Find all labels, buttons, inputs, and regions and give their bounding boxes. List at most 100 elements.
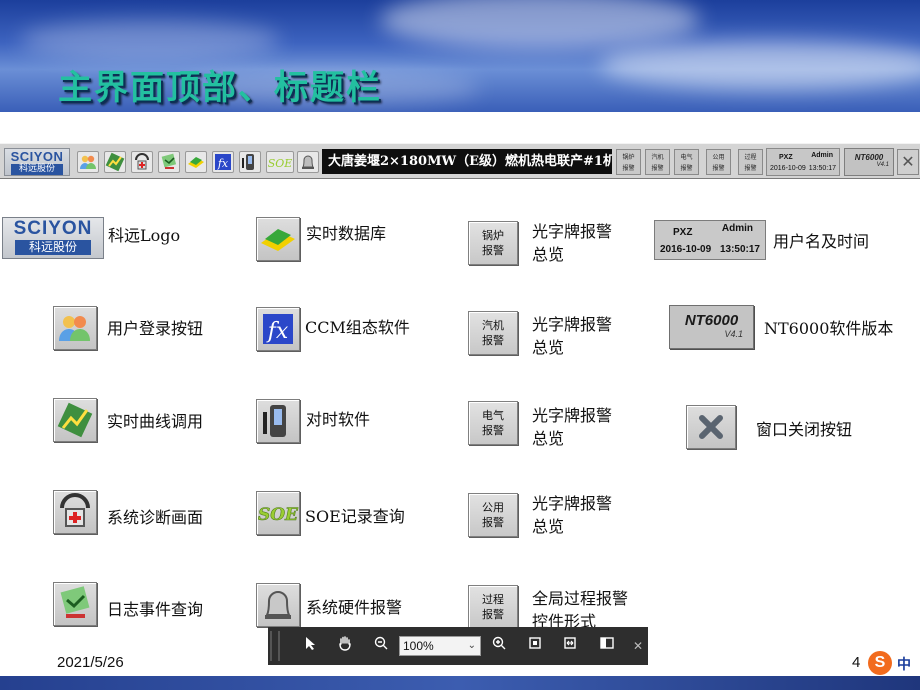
legend-label-timesync: 对时软件	[306, 410, 371, 429]
current-date: 2016-10-09	[770, 165, 806, 172]
soe-icon: SOE	[256, 491, 300, 535]
btn-line2: 报警	[712, 165, 725, 172]
clock-sync-icon[interactable]	[239, 151, 261, 173]
btn-line2: 报警	[680, 165, 693, 172]
legend-label-close: 窗口关闭按钮	[756, 420, 853, 439]
legend-label-trend: 实时曲线调用	[107, 412, 204, 431]
btn-line2: 报警	[482, 244, 504, 257]
boiler-alarm-button[interactable]: 锅炉 报警	[616, 149, 641, 175]
btn-line1: 公用	[712, 154, 725, 161]
legend-label-ccm: CCM组态软件	[305, 318, 410, 337]
legend-process-alarm-button: 过程 报警	[468, 585, 518, 629]
electrical-alarm-button[interactable]: 电气 报警	[674, 149, 699, 175]
btn-line2: 报警	[651, 165, 664, 172]
toolbar-grip[interactable]	[270, 631, 280, 661]
legend-label-log: 日志事件查询	[107, 600, 204, 619]
logo-text-cn: 科远股份	[11, 164, 63, 175]
fx-icon: fx	[256, 307, 300, 351]
svg-text:SOE: SOE	[258, 505, 299, 525]
svg-text:fx: fx	[217, 157, 229, 170]
btn-line2: 报警	[482, 424, 504, 437]
nt6000-version-badge: NT6000 V4.1	[844, 148, 894, 176]
legend-label-boiler-2: 总览	[532, 245, 565, 264]
logo-text-en: SCIYON	[10, 149, 64, 164]
turbine-alarm-button[interactable]: 汽机 报警	[645, 149, 670, 175]
soe-icon[interactable]: SOE	[266, 151, 294, 173]
svg-text:fx: fx	[266, 319, 289, 344]
nt-version: V4.1	[724, 329, 743, 339]
zoom-value: 100%	[403, 639, 434, 653]
legend-label-boiler-1: 光字牌报警	[532, 222, 613, 241]
log-icon[interactable]	[158, 151, 180, 173]
legend-label-electrical-1: 光字牌报警	[532, 406, 613, 425]
legend-label-common-1: 光字牌报警	[532, 494, 613, 513]
legend-nt6000-badge: NT6000 V4.1	[669, 305, 754, 349]
legend-label-database: 实时数据库	[306, 224, 387, 243]
footer-band	[0, 676, 920, 690]
nt-name: NT6000	[854, 153, 884, 162]
chevron-down-icon: ⌄	[467, 640, 476, 651]
slide-header-band: 主界面顶部、标题栏	[0, 0, 920, 112]
legend-label-common-2: 总览	[532, 517, 565, 536]
logo-text-en: SCIYON	[13, 218, 93, 239]
sogou-ime-icon: S	[868, 651, 892, 675]
log-icon	[53, 582, 97, 626]
btn-line1: 过程	[482, 593, 504, 606]
fit-width-icon[interactable]	[559, 635, 581, 657]
bell-icon[interactable]	[297, 151, 319, 173]
sciyon-logo: SCIYON 科远股份	[4, 148, 70, 176]
username: PXZ	[779, 154, 793, 161]
legend-common-alarm-button: 公用 报警	[468, 493, 518, 537]
nt-name: NT6000	[684, 312, 739, 329]
viewer-toolbar: 100% ⌄ ✕	[268, 627, 648, 665]
close-icon	[686, 405, 736, 449]
hmi-title-bar: SCIYON 科远股份 fx SOE 大唐姜堰2×180MW（E级）燃机热电联产…	[0, 143, 920, 179]
btn-line1: 汽机	[482, 319, 504, 332]
zoom-out-icon[interactable]	[370, 635, 392, 657]
diagnosis-icon	[53, 490, 97, 534]
database-icon[interactable]	[185, 151, 207, 173]
btn-line1: 电气	[482, 409, 504, 422]
users-icon[interactable]	[77, 151, 99, 173]
logo-text-cn: 科远股份	[15, 240, 91, 255]
zoom-select[interactable]: 100% ⌄	[399, 636, 481, 656]
slide-page-number: 4	[852, 654, 861, 671]
slide-date: 2021/5/26	[57, 654, 124, 671]
close-icon[interactable]: ✕	[627, 635, 649, 657]
database-icon	[256, 217, 300, 261]
ime-mode-label: 中	[897, 657, 911, 673]
select-arrow-icon[interactable]	[299, 635, 321, 657]
btn-line2: 报警	[744, 165, 757, 172]
hand-icon[interactable]	[334, 635, 356, 657]
diagnosis-icon[interactable]	[131, 151, 153, 173]
username: PXZ	[673, 227, 693, 238]
plant-unit-title: 大唐姜堰2×180MW（E级）燃机热电联产#1机组	[322, 149, 612, 174]
svg-text:SOE: SOE	[268, 157, 293, 170]
btn-line1: 电气	[680, 154, 693, 161]
user-role: Admin	[721, 223, 753, 234]
user-time-panel[interactable]: PXZ Admin 2016-10-09 13:50:17	[766, 148, 840, 176]
btn-line2: 报警	[482, 334, 504, 347]
slide-title: 主界面顶部、标题栏	[58, 68, 382, 108]
fit-page-icon[interactable]	[524, 635, 546, 657]
legend-label-user-time: 用户名及时间	[773, 232, 870, 251]
process-alarm-button[interactable]: 过程 报警	[738, 149, 763, 175]
sidebar-icon[interactable]	[596, 635, 618, 657]
btn-line2: 报警	[482, 516, 504, 529]
current-time: 13:50:17	[808, 165, 836, 172]
fx-icon[interactable]: fx	[212, 151, 234, 173]
window-close-button[interactable]: ✕	[897, 149, 919, 175]
nt-version: V4.1	[876, 162, 889, 168]
ime-indicator[interactable]: S 中	[866, 651, 920, 677]
common-alarm-button[interactable]: 公用 报警	[706, 149, 731, 175]
legend-electrical-alarm-button: 电气 报警	[468, 401, 518, 445]
btn-line1: 锅炉	[482, 229, 504, 242]
sciyon-logo-large: SCIYON 科远股份	[2, 217, 104, 259]
legend-label-soe: SOE记录查询	[305, 507, 405, 526]
clock-sync-icon	[256, 399, 300, 443]
current-date: 2016-10-09	[660, 244, 712, 255]
bell-icon	[256, 583, 300, 627]
btn-line1: 公用	[482, 501, 504, 514]
zoom-in-icon[interactable]	[488, 635, 510, 657]
trend-curve-icon[interactable]	[104, 151, 126, 173]
